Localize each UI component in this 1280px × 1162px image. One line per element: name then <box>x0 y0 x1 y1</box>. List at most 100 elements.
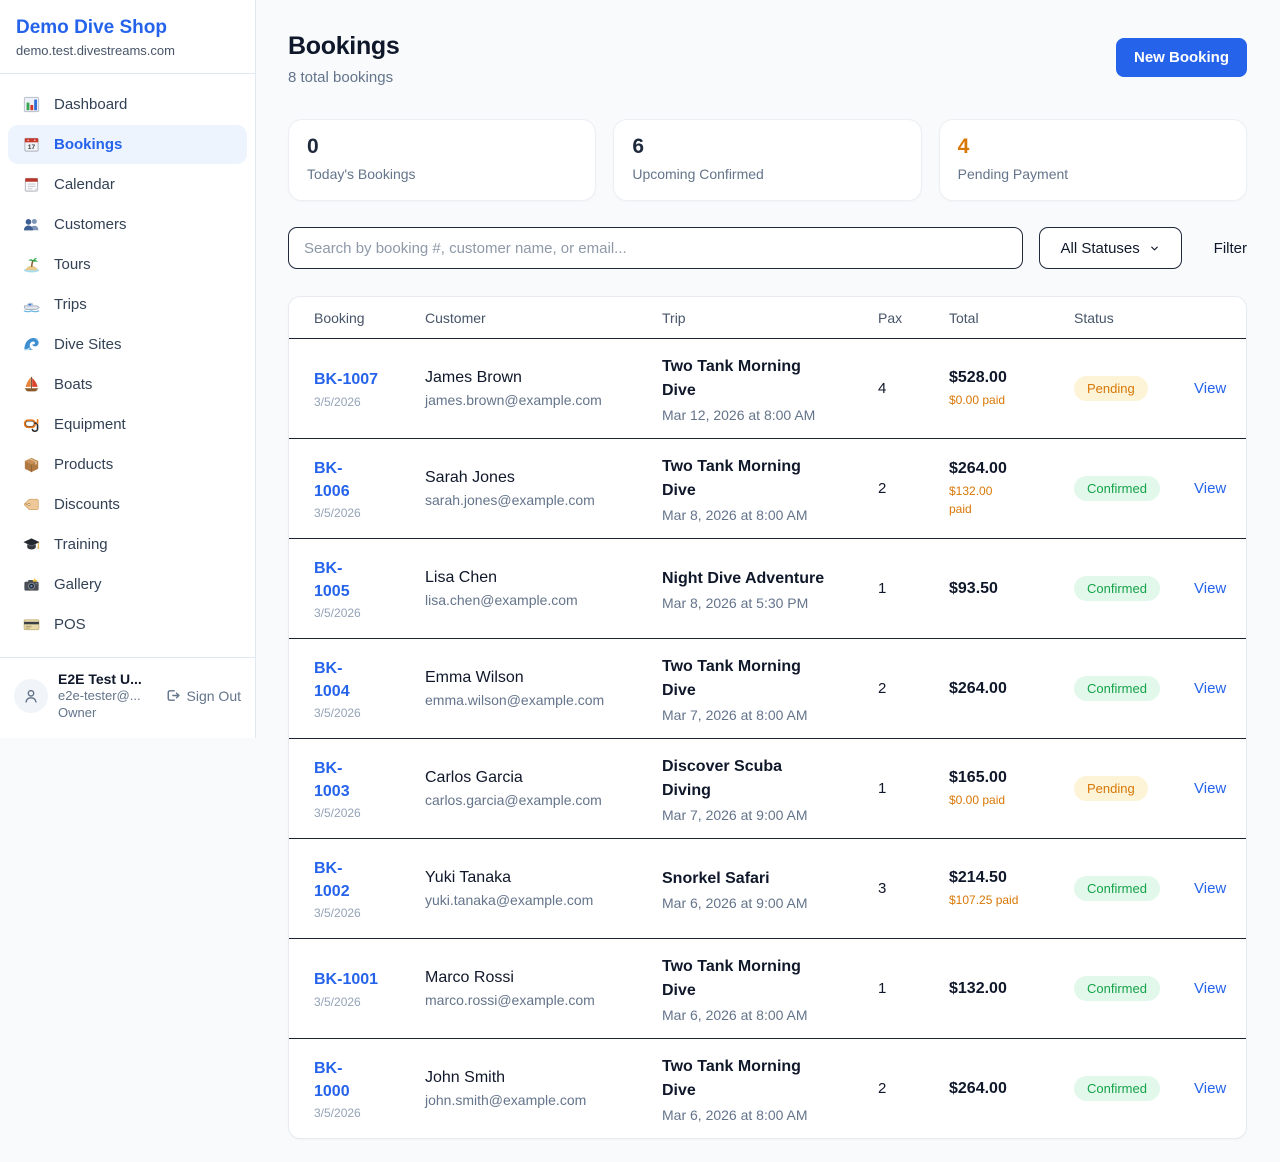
user-info: E2E Test U... e2e-tester@... Owner <box>58 670 142 722</box>
booking-id-link[interactable]: BK- 1002 <box>314 857 350 903</box>
stat-card-pending-payment: 4 Pending Payment <box>939 119 1247 201</box>
sidebar-item-training[interactable]: Training <box>8 525 247 564</box>
avatar <box>14 679 48 713</box>
status-badge: Confirmed <box>1074 1076 1160 1101</box>
sidebar-item-label: Trips <box>54 296 87 313</box>
sidebar-item-gallery[interactable]: Gallery <box>8 565 247 604</box>
sidebar-item-dashboard[interactable]: Dashboard <box>8 85 247 124</box>
sidebar-item-calendar[interactable]: Calendar <box>8 165 247 204</box>
wave-icon <box>22 335 41 354</box>
booking-id-link[interactable]: BK- 1003 <box>314 757 350 803</box>
main-content: Bookings 8 total bookings New Booking 0 … <box>257 0 1280 1159</box>
booking-date: 3/5/2026 <box>314 706 415 720</box>
customer-email: yuki.tanaka@example.com <box>425 892 652 908</box>
customer-name: Sarah Jones <box>425 469 652 487</box>
paid-amount: $0.00 paid <box>949 391 1064 409</box>
graduation-cap-icon <box>22 535 41 554</box>
view-link[interactable]: View <box>1194 480 1226 497</box>
customer-email: lisa.chen@example.com <box>425 592 652 608</box>
trip-name: Night Dive Adventure <box>662 567 868 591</box>
paid-amount: $107.25 paid <box>949 891 1064 909</box>
island-icon <box>22 255 41 274</box>
status-badge: Confirmed <box>1074 976 1160 1001</box>
brand-name: Demo Dive Shop <box>16 17 239 39</box>
trip-datetime: Mar 6, 2026 at 9:00 AM <box>662 895 868 911</box>
booking-id-link[interactable]: BK- 1004 <box>314 657 350 703</box>
booking-id-link[interactable]: BK- 1000 <box>314 1057 350 1103</box>
stat-card-upcoming-confirmed: 6 Upcoming Confirmed <box>613 119 921 201</box>
column-header-customer: Customer <box>425 310 662 326</box>
search-input[interactable] <box>288 227 1023 269</box>
status-select[interactable]: All Statuses <box>1039 227 1182 269</box>
sidebar-item-equipment[interactable]: Equipment <box>8 405 247 444</box>
sidebar-item-dive-sites[interactable]: Dive Sites <box>8 325 247 364</box>
stat-label: Today's Bookings <box>307 166 577 182</box>
sidebar-user-footer: E2E Test U... e2e-tester@... Owner Sign … <box>0 657 255 728</box>
diving-mask-icon <box>22 415 41 434</box>
view-link[interactable]: View <box>1194 1080 1226 1097</box>
chevron-down-icon <box>1149 243 1160 254</box>
sidebar-item-label: POS <box>54 616 86 633</box>
view-link[interactable]: View <box>1194 980 1226 997</box>
user-role: Owner <box>58 705 142 722</box>
filter-button[interactable]: Filter <box>1214 240 1247 257</box>
user-name: E2E Test U... <box>58 670 142 688</box>
customer-email: carlos.garcia@example.com <box>425 792 652 808</box>
table-row: BK- 1005 3/5/2026 Lisa Chen lisa.chen@ex… <box>289 538 1246 638</box>
stat-label: Upcoming Confirmed <box>632 166 902 182</box>
sidebar-item-label: Bookings <box>54 136 122 153</box>
stat-label: Pending Payment <box>958 166 1228 182</box>
sidebar-item-bookings[interactable]: 17 Bookings <box>8 125 247 164</box>
sidebar-item-label: Training <box>54 536 108 553</box>
view-link[interactable]: View <box>1194 380 1226 397</box>
column-header-status: Status <box>1074 310 1194 326</box>
sidebar-item-tours[interactable]: Tours <box>8 245 247 284</box>
customer-name: Marco Rossi <box>425 969 652 987</box>
sidebar-item-pos[interactable]: POS <box>8 605 247 644</box>
trip-datetime: Mar 8, 2026 at 5:30 PM <box>662 595 868 611</box>
motorboat-icon <box>22 295 41 314</box>
sign-out-button[interactable]: Sign Out <box>164 687 241 704</box>
sidebar-item-products[interactable]: Products <box>8 445 247 484</box>
column-header-pax: Pax <box>878 310 949 326</box>
table-row: BK- 1003 3/5/2026 Carlos Garcia carlos.g… <box>289 738 1246 838</box>
column-header-total: Total <box>949 310 1074 326</box>
table-row: BK- 1002 3/5/2026 Yuki Tanaka yuki.tanak… <box>289 838 1246 938</box>
booking-date: 3/5/2026 <box>314 1106 415 1120</box>
filters-row: All Statuses Filter <box>288 227 1247 269</box>
sidebar-item-label: Customers <box>54 216 127 233</box>
sidebar-item-trips[interactable]: Trips <box>8 285 247 324</box>
sidebar-item-label: Products <box>54 456 113 473</box>
stat-value: 4 <box>958 135 1228 159</box>
sidebar-item-label: Equipment <box>54 416 126 433</box>
customer-email: sarah.jones@example.com <box>425 492 652 508</box>
customer-email: emma.wilson@example.com <box>425 692 652 708</box>
sidebar-item-discounts[interactable]: Discounts <box>8 485 247 524</box>
table-row: BK- 1004 3/5/2026 Emma Wilson emma.wilso… <box>289 638 1246 738</box>
status-badge: Confirmed <box>1074 676 1160 701</box>
total-amount: $214.50 <box>949 869 1064 887</box>
sidebar-item-customers[interactable]: Customers <box>8 205 247 244</box>
sidebar-item-boats[interactable]: Boats <box>8 365 247 404</box>
booking-id-link[interactable]: BK-1001 <box>314 968 378 991</box>
status-badge: Confirmed <box>1074 876 1160 901</box>
status-badge: Pending <box>1074 776 1148 801</box>
logout-icon <box>164 687 181 704</box>
booking-id-link[interactable]: BK- 1006 <box>314 457 350 503</box>
view-link[interactable]: View <box>1194 580 1226 597</box>
total-amount: $264.00 <box>949 1080 1064 1098</box>
status-badge: Confirmed <box>1074 576 1160 601</box>
view-link[interactable]: View <box>1194 680 1226 697</box>
new-booking-button[interactable]: New Booking <box>1116 38 1247 77</box>
table-header: Booking Customer Trip Pax Total Status <box>289 297 1246 338</box>
booking-id-link[interactable]: BK- 1005 <box>314 557 350 603</box>
booking-id-link[interactable]: BK-1007 <box>314 368 378 391</box>
page-title: Bookings <box>288 32 400 61</box>
view-link[interactable]: View <box>1194 880 1226 897</box>
total-amount: $132.00 <box>949 980 1064 998</box>
sidebar-nav: Dashboard 17 Bookings Calendar Customers… <box>0 74 255 651</box>
view-link[interactable]: View <box>1194 780 1226 797</box>
stat-card-todays-bookings: 0 Today's Bookings <box>288 119 596 201</box>
stats-row: 0 Today's Bookings 6 Upcoming Confirmed … <box>288 119 1247 201</box>
customer-name: Lisa Chen <box>425 569 652 587</box>
